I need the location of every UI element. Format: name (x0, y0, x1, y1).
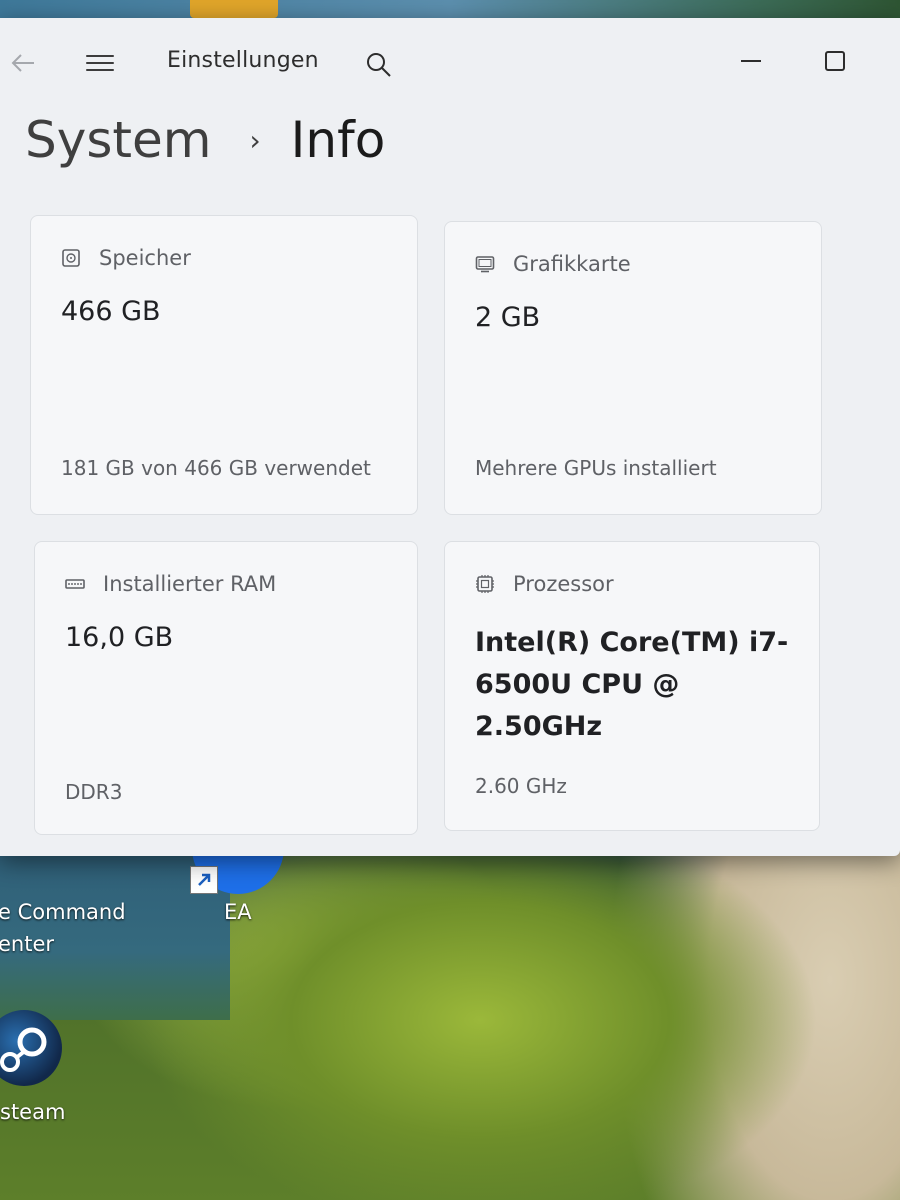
card-storage-sub: 181 GB von 466 GB verwendet (61, 456, 371, 480)
hamburger-menu-icon (86, 55, 114, 57)
hamburger-menu-button[interactable] (84, 50, 116, 76)
breadcrumb-parent[interactable]: System (25, 111, 211, 169)
processor-chip-icon (476, 575, 494, 593)
card-gpu-sub: Mehrere GPUs installiert (475, 456, 717, 480)
settings-window: Einstellungen System › Info Speicher 466… (0, 18, 900, 856)
desktop-shortcut-ea-label[interactable]: EA (224, 900, 252, 924)
monitor-icon (475, 256, 495, 273)
maximize-button[interactable] (824, 50, 846, 72)
breadcrumb-separator: › (249, 123, 261, 157)
breadcrumb: System › Info (25, 110, 385, 170)
steam-icon[interactable] (0, 1010, 62, 1086)
card-gpu[interactable]: Grafikkarte 2 GB Mehrere GPUs installier… (444, 221, 822, 515)
minimize-icon (741, 60, 761, 62)
card-storage-label: Speicher (99, 246, 191, 270)
card-gpu-label: Grafikkarte (513, 252, 631, 276)
desktop-shortcut-command-label[interactable]: e Command (0, 900, 126, 924)
search-icon (367, 53, 391, 77)
card-cpu-label: Prozessor (513, 572, 614, 596)
arrow-left-icon (11, 54, 34, 72)
desktop-icon-partial[interactable] (190, 0, 278, 18)
minimize-button[interactable] (738, 54, 764, 68)
maximize-icon (825, 51, 845, 71)
card-storage-value: 466 GB (61, 296, 161, 327)
card-cpu[interactable]: Prozessor Intel(R) Core(TM) i7-6500U CPU… (444, 541, 820, 831)
card-cpu-value: Intel(R) Core(TM) i7-6500U CPU @ 2.50GHz (475, 627, 789, 742)
hard-drive-icon (62, 249, 80, 267)
memory-module-icon (65, 579, 85, 589)
card-ram-value: 16,0 GB (65, 622, 174, 653)
shortcut-arrow-icon (190, 866, 218, 894)
card-cpu-sub: 2.60 GHz (475, 774, 567, 798)
desktop-shortcut-steam-label[interactable]: steam (0, 1100, 65, 1124)
card-ram-sub: DDR3 (65, 780, 123, 804)
desktop-shortcut-command-label-2[interactable]: enter (0, 932, 54, 956)
title-bar: Einstellungen (0, 18, 900, 98)
card-storage[interactable]: Speicher 466 GB 181 GB von 466 GB verwen… (30, 215, 418, 515)
app-title: Einstellungen (167, 48, 319, 73)
search-button[interactable] (364, 50, 394, 80)
card-gpu-value: 2 GB (475, 302, 541, 333)
page-title: Info (290, 111, 386, 169)
card-ram[interactable]: Installierter RAM 16,0 GB DDR3 (34, 541, 418, 835)
back-button[interactable] (8, 50, 38, 76)
card-ram-label: Installierter RAM (103, 572, 277, 596)
